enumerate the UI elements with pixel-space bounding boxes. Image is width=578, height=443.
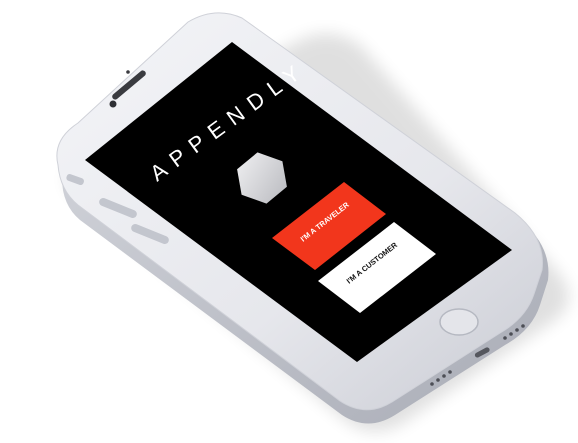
sensor-dot <box>126 70 130 74</box>
mockup-stage: APPENDLY I'M A TRAVELER I'M A CUSTOMER <box>0 0 578 443</box>
front-camera-icon <box>109 100 117 108</box>
home-button[interactable] <box>439 308 479 336</box>
phone-mockup: APPENDLY I'M A TRAVELER I'M A CUSTOMER <box>56 12 569 432</box>
